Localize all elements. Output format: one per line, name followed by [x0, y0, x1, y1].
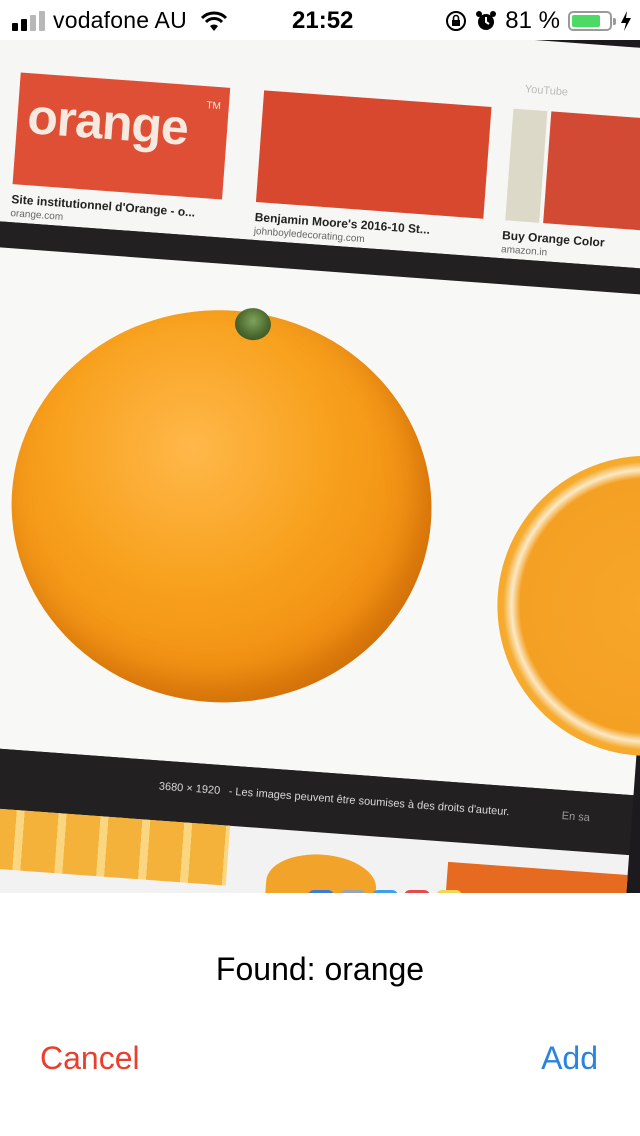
add-button[interactable]: Add	[541, 1040, 598, 1077]
photographed-dock	[308, 890, 462, 893]
status-bar: vodafone AU 21:52 81 %	[0, 0, 640, 40]
found-label: Found: orange	[215, 951, 425, 987]
status-time: 21:52	[292, 7, 354, 34]
image-preview: ‹	[0, 245, 640, 796]
notes-icon	[436, 890, 462, 893]
alarm-icon	[476, 11, 497, 30]
safari-icon	[372, 890, 398, 893]
rights-tail: En sa	[561, 810, 591, 825]
result-sheet: Found: orange Cancel Add	[0, 893, 640, 1136]
cancel-button[interactable]: Cancel	[40, 1040, 140, 1077]
result-source-3: amazon.in	[500, 244, 548, 259]
result-thumb-paint	[255, 90, 492, 219]
youtube-label: YouTube	[524, 83, 569, 99]
battery-icon	[568, 11, 616, 31]
launchpad-icon	[340, 890, 366, 893]
finder-icon	[308, 890, 334, 893]
status-right: 81 %	[445, 7, 632, 35]
battery-nub	[613, 18, 616, 25]
charging-icon	[621, 11, 631, 31]
result-thumb-beige	[505, 108, 548, 223]
related-thumb-color	[442, 861, 628, 893]
carrier-name: vodafone AU	[53, 7, 187, 33]
orange-fruit-image	[0, 295, 446, 718]
trademark-mark: TM	[205, 100, 222, 113]
result-source-1: orange.com	[10, 208, 64, 223]
signal-icon	[12, 10, 45, 31]
camera-view: YouTube orange TM Site institutionnel d'…	[0, 40, 640, 893]
status-left: vodafone AU	[12, 7, 229, 34]
related-thumb-orange	[264, 850, 379, 893]
calendar-icon	[404, 890, 430, 893]
battery-percent: 81 %	[505, 7, 560, 34]
result-thumb-color	[543, 111, 640, 234]
wifi-icon	[200, 11, 227, 31]
orange-half-image	[486, 445, 640, 767]
battery-fill	[572, 15, 601, 27]
result-thumb-orange-logo: orange TM	[12, 72, 231, 200]
orange-logo: orange	[25, 88, 190, 156]
photographed-screen: YouTube orange TM Site institutionnel d'…	[0, 40, 640, 893]
rotation-lock-icon	[446, 11, 467, 31]
